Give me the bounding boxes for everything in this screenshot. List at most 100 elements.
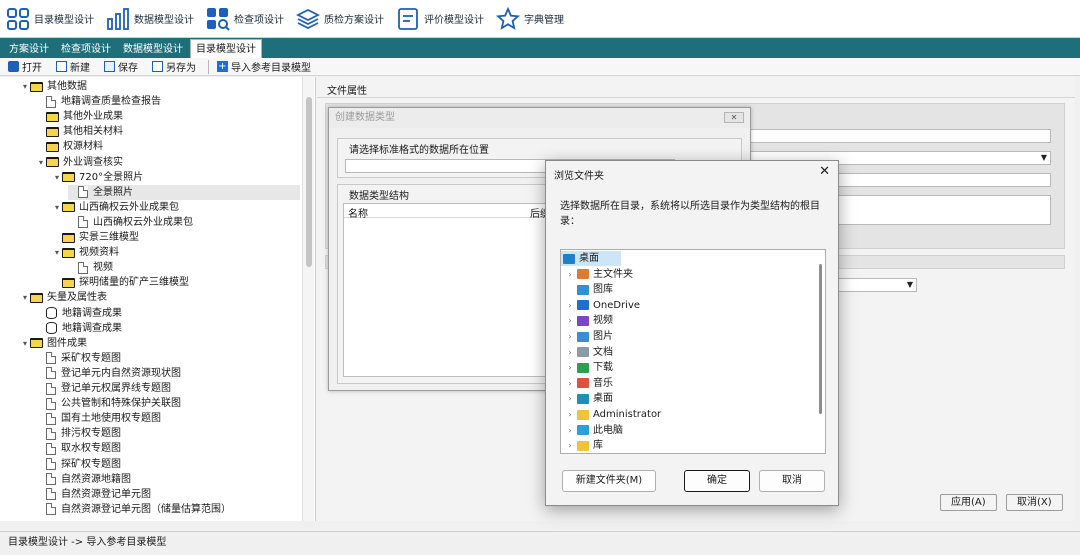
folder-item[interactable]: › 库 <box>563 438 813 453</box>
folder-item[interactable]: › 文档 <box>563 345 813 360</box>
tab-catalog-model-design[interactable]: 目录模型设计 <box>190 39 262 58</box>
tree-item[interactable]: ▾ 图件成果 <box>20 336 300 351</box>
folder-icon <box>62 247 75 258</box>
new-button[interactable]: 新建 <box>54 59 92 75</box>
tree-item[interactable]: ▾ 其他数据 <box>20 79 300 94</box>
chevron-down-icon[interactable]: ▾ <box>20 290 30 305</box>
folder-item[interactable]: 桌面 <box>561 251 621 266</box>
chevron-right-icon[interactable]: › <box>563 407 577 422</box>
tree-item[interactable]: 地籍调查成果 <box>36 306 300 321</box>
tree-item-label: 全景照片 <box>93 186 133 198</box>
folder-item[interactable]: › 音乐 <box>563 376 813 391</box>
folder-item[interactable]: › 此电脑 <box>563 423 813 438</box>
tree-item[interactable]: 自然资源登记单元图（储量估算范围） <box>36 502 300 517</box>
chevron-right-icon[interactable]: › <box>563 267 577 282</box>
folder-item[interactable]: › 桌面 <box>563 391 813 406</box>
ribbon-data-model[interactable]: 数据模型设计 <box>106 4 194 34</box>
apply-button[interactable]: 应用(A) <box>940 494 997 511</box>
folder-item[interactable]: › OneDrive <box>563 298 813 313</box>
chevron-right-icon[interactable]: › <box>563 313 577 328</box>
tree-scrollbar[interactable] <box>302 77 314 521</box>
file-icon <box>78 186 88 199</box>
import-reference-button[interactable]: + 导入参考目录模型 <box>215 59 313 75</box>
tab-check-item-design[interactable]: 检查项设计 <box>56 41 116 58</box>
ribbon-eval-model[interactable]: 评价模型设计 <box>396 4 484 34</box>
tree-item[interactable]: 采矿权专题图 <box>36 351 300 366</box>
tree-item[interactable]: 自然资源地籍图 <box>36 472 300 487</box>
folder-tree[interactable]: 桌面 › 主文件夹 图库 › OneDrive › 视频 › 图片 › 文档 › 下载 › 音乐 › 桌面 › Adm… <box>560 249 826 454</box>
chevron-right-icon[interactable]: › <box>563 329 577 344</box>
tree-item[interactable]: 国有土地使用权专题图 <box>36 411 300 426</box>
tree-item[interactable]: 探明储量的矿产三维模型 <box>52 275 300 290</box>
folder-item[interactable]: 图库 <box>563 282 813 297</box>
tree-item[interactable]: 视频 <box>68 260 300 275</box>
folder-item[interactable]: › 主文件夹 <box>563 267 813 282</box>
chevron-down-icon[interactable]: ▾ <box>52 200 62 215</box>
tree-item-label: 720°全景照片 <box>79 171 144 183</box>
tree-item[interactable]: 其他外业成果 <box>36 109 300 124</box>
database-icon <box>46 307 57 319</box>
tree-scroll-thumb[interactable] <box>306 97 312 267</box>
tree-item-label: 自然资源登记单元图（储量估算范围） <box>61 503 231 515</box>
tree-item[interactable]: 探矿权专题图 <box>36 457 300 472</box>
tree-item[interactable]: 公共管制和特殊保护关联图 <box>36 396 300 411</box>
tree-item[interactable]: 登记单元权属界线专题图 <box>36 381 300 396</box>
col-name-header[interactable]: 名称 <box>348 205 368 220</box>
chevron-right-icon[interactable]: › <box>563 345 577 360</box>
folder-icon <box>577 315 589 326</box>
tree-item[interactable]: 权源材料 <box>36 139 300 154</box>
tree-item[interactable]: ▾ 山西确权云外业成果包 <box>52 200 300 215</box>
chevron-right-icon[interactable]: › <box>563 438 577 453</box>
folder-tree-scroll-thumb[interactable] <box>819 264 822 414</box>
tree-item[interactable]: 实景三维模型 <box>52 230 300 245</box>
tree-item[interactable]: ▾ 720°全景照片 <box>52 170 300 185</box>
chevron-down-icon[interactable]: ▾ <box>20 336 30 351</box>
chevron-right-icon[interactable]: › <box>563 298 577 313</box>
tab-data-model-design[interactable]: 数据模型设计 <box>118 41 188 58</box>
tab-plan-design[interactable]: 方案设计 <box>4 41 54 58</box>
ribbon-catalog-model[interactable]: 目录模型设计 <box>6 4 94 34</box>
tree-item[interactable]: 登记单元内自然资源现状图 <box>36 366 300 381</box>
tree-item[interactable]: 自然资源登记单元图 <box>36 487 300 502</box>
folder-item[interactable]: › 视频 <box>563 313 813 328</box>
tree-item[interactable]: ▾ 矢量及属性表 <box>20 290 300 305</box>
property-field-1[interactable] <box>737 129 1051 143</box>
chevron-right-icon[interactable]: › <box>563 376 577 391</box>
tree-item[interactable]: 排污权专题图 <box>36 426 300 441</box>
tree-item-label: 公共管制和特殊保护关联图 <box>61 398 181 410</box>
chevron-right-icon[interactable]: › <box>563 391 577 406</box>
save-as-button[interactable]: 另存为 <box>150 59 198 75</box>
ribbon-qc-plan[interactable]: 质检方案设计 <box>296 4 384 34</box>
catalog-tree[interactable]: ▾ 其他数据 地籍调查质量检查报告 其他外业成果 其他相关材料 权源材料 ▾ 外业调查核实 ▾ 7… <box>0 77 316 521</box>
file-icon <box>46 382 56 395</box>
chevron-down-icon[interactable]: ▾ <box>52 245 62 260</box>
new-folder-button[interactable]: 新建文件夹(M) <box>562 470 656 492</box>
tree-item[interactable]: ▾ 视频资料 <box>52 245 300 260</box>
tree-item[interactable]: 其他相关材料 <box>36 124 300 139</box>
chevron-right-icon[interactable]: › <box>563 360 577 375</box>
chevron-down-icon[interactable]: ▾ <box>36 155 46 170</box>
folder-item[interactable]: › 图片 <box>563 329 813 344</box>
tree-item[interactable]: 地籍调查质量检查报告 <box>36 94 300 109</box>
folder-item[interactable]: › 下载 <box>563 360 813 375</box>
tree-item[interactable]: 地籍调查成果 <box>36 321 300 336</box>
tree-item[interactable]: 全景照片 <box>68 184 300 200</box>
tree-item[interactable]: 取水权专题图 <box>36 441 300 456</box>
ribbon-check-item[interactable]: 检查项设计 <box>206 4 284 34</box>
cancel-button[interactable]: 取消(X) <box>1006 494 1063 511</box>
close-icon[interactable]: ✕ <box>819 164 830 179</box>
folder-item[interactable]: › Administrator <box>563 407 813 422</box>
ribbon-dictionary[interactable]: 字典管理 <box>496 4 564 34</box>
folder-tree-scrollbar[interactable] <box>817 250 825 453</box>
tree-item[interactable]: 山西确权云外业成果包 <box>68 215 300 230</box>
file-icon <box>78 261 88 274</box>
save-button[interactable]: 保存 <box>102 59 140 75</box>
chevron-down-icon[interactable]: ▾ <box>20 79 30 94</box>
tree-item[interactable]: ▾ 外业调查核实 <box>36 155 300 170</box>
chevron-down-icon[interactable]: ▾ <box>52 170 62 185</box>
cancel-button[interactable]: 取消 <box>759 470 825 492</box>
close-icon[interactable]: ✕ <box>724 112 744 123</box>
chevron-right-icon[interactable]: › <box>563 423 577 438</box>
ok-button[interactable]: 确定 <box>684 470 750 492</box>
open-button[interactable]: 打开 <box>6 59 44 75</box>
